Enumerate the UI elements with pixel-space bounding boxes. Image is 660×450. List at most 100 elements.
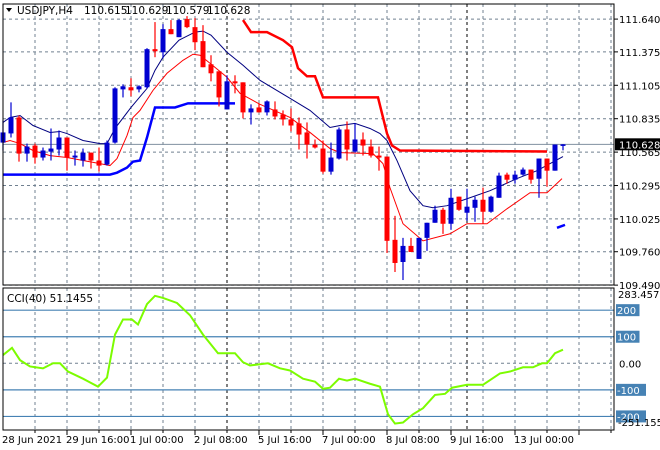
candle-body (216, 71, 222, 98)
candle-body (432, 209, 438, 223)
candle-body (240, 82, 246, 113)
usdjpy-h4-chart[interactable]: 111.640111.375111.105110.835110.565110.2… (0, 0, 660, 450)
candle-body (24, 146, 30, 154)
candle-body (152, 49, 158, 52)
candle-bearish (64, 137, 70, 171)
candle-bullish (264, 100, 270, 116)
time-label: 2 Jul 08:00 (194, 435, 248, 446)
candle-bearish (288, 108, 294, 132)
candle-body (368, 146, 374, 156)
candle-body (320, 148, 326, 172)
candle-bearish (528, 169, 534, 184)
candle-bullish (488, 195, 494, 213)
candle-bullish (560, 144, 566, 151)
candle-body (352, 139, 358, 152)
candle-body (192, 27, 198, 43)
price-tick-label: 109.760 (619, 248, 660, 259)
cci-zero-label: 0.00 (619, 359, 641, 370)
time-label: 13 Jul 00:00 (514, 435, 574, 446)
candle-body (272, 109, 278, 117)
ohlc-close: 110.628 (207, 5, 250, 17)
candle-bullish (352, 123, 358, 153)
support-line-segment (556, 223, 566, 230)
time-label: 5 Jul 16:00 (258, 435, 312, 446)
candle-body (440, 209, 446, 224)
candle-body (280, 114, 286, 120)
candle-bearish (344, 121, 350, 161)
candle-bearish (440, 207, 446, 234)
candle-bearish (272, 101, 278, 120)
candle-bullish (160, 24, 166, 59)
candle-bearish (216, 71, 222, 107)
candle-body (232, 81, 238, 84)
cci-panel-frame (2, 287, 615, 431)
candle-bullish (416, 237, 422, 259)
candle-bearish (208, 55, 214, 82)
candle-body (72, 155, 78, 158)
ohlc-low: 110.579 (166, 5, 209, 17)
candle-bearish (544, 158, 550, 187)
candle-body (256, 107, 262, 113)
candle-body (104, 142, 110, 165)
candle-bullish (80, 148, 86, 167)
candle-body (200, 41, 206, 68)
candle-bullish (448, 188, 454, 230)
price-tick-label: 110.025 (619, 215, 660, 226)
time-label: 28 Jun 2021 (2, 435, 62, 446)
candle-bullish (336, 127, 342, 160)
candle-bearish (128, 78, 134, 97)
candle-body (160, 29, 166, 53)
candle-body (168, 29, 174, 35)
candle-body (384, 156, 390, 241)
candle-body (16, 117, 22, 154)
candles (0, 16, 566, 281)
candle-body (184, 19, 190, 28)
cci-line (2, 294, 564, 425)
candle-body (80, 152, 86, 161)
time-label: 7 Jul 00:00 (322, 435, 376, 446)
time-label: 1 Jul 00:00 (130, 435, 184, 446)
candle-bullish (136, 85, 142, 93)
candle-body (400, 245, 406, 262)
candle-bearish (184, 16, 190, 29)
support-line (3, 102, 235, 176)
candle-body (56, 137, 62, 150)
candle-bearish (456, 196, 462, 211)
candle-bullish (424, 222, 430, 251)
candle-body (512, 174, 518, 180)
candle-body (120, 86, 126, 90)
candle-body (552, 144, 558, 171)
time-label: 9 Jul 16:00 (450, 435, 504, 446)
triangle-down-icon[interactable] (6, 8, 12, 12)
candle-body (128, 87, 134, 91)
cci-level-label: 200 (617, 306, 636, 317)
candle-body (376, 155, 382, 158)
candle-body (536, 158, 542, 179)
candle-body (416, 237, 422, 259)
price-tick-label: 111.105 (619, 81, 660, 92)
candle-body (488, 196, 494, 212)
candle-body (448, 197, 454, 224)
candle-bullish (144, 48, 150, 89)
candle-bullish (248, 104, 254, 125)
candle-bearish (240, 82, 246, 119)
candle-body (176, 20, 182, 38)
candle-body (560, 144, 566, 146)
candle-body (472, 199, 478, 208)
panel-frames (2, 3, 615, 431)
candle-bullish (512, 170, 518, 184)
cci-label: CCI(40) 51.1455 (7, 293, 93, 305)
current-price-label: 110.628 (619, 140, 660, 151)
candle-bullish (520, 167, 526, 176)
candle-bearish (32, 143, 38, 164)
candle-bearish (408, 237, 414, 252)
candle-bullish (112, 87, 118, 144)
candle-bearish (192, 18, 198, 51)
candle-body (392, 239, 398, 263)
candle-body (96, 160, 102, 166)
candle-body (328, 157, 334, 172)
price-tick-label: 110.835 (619, 115, 660, 126)
candle-bullish (8, 102, 14, 138)
candle-body (312, 144, 318, 148)
candle-body (40, 150, 46, 158)
